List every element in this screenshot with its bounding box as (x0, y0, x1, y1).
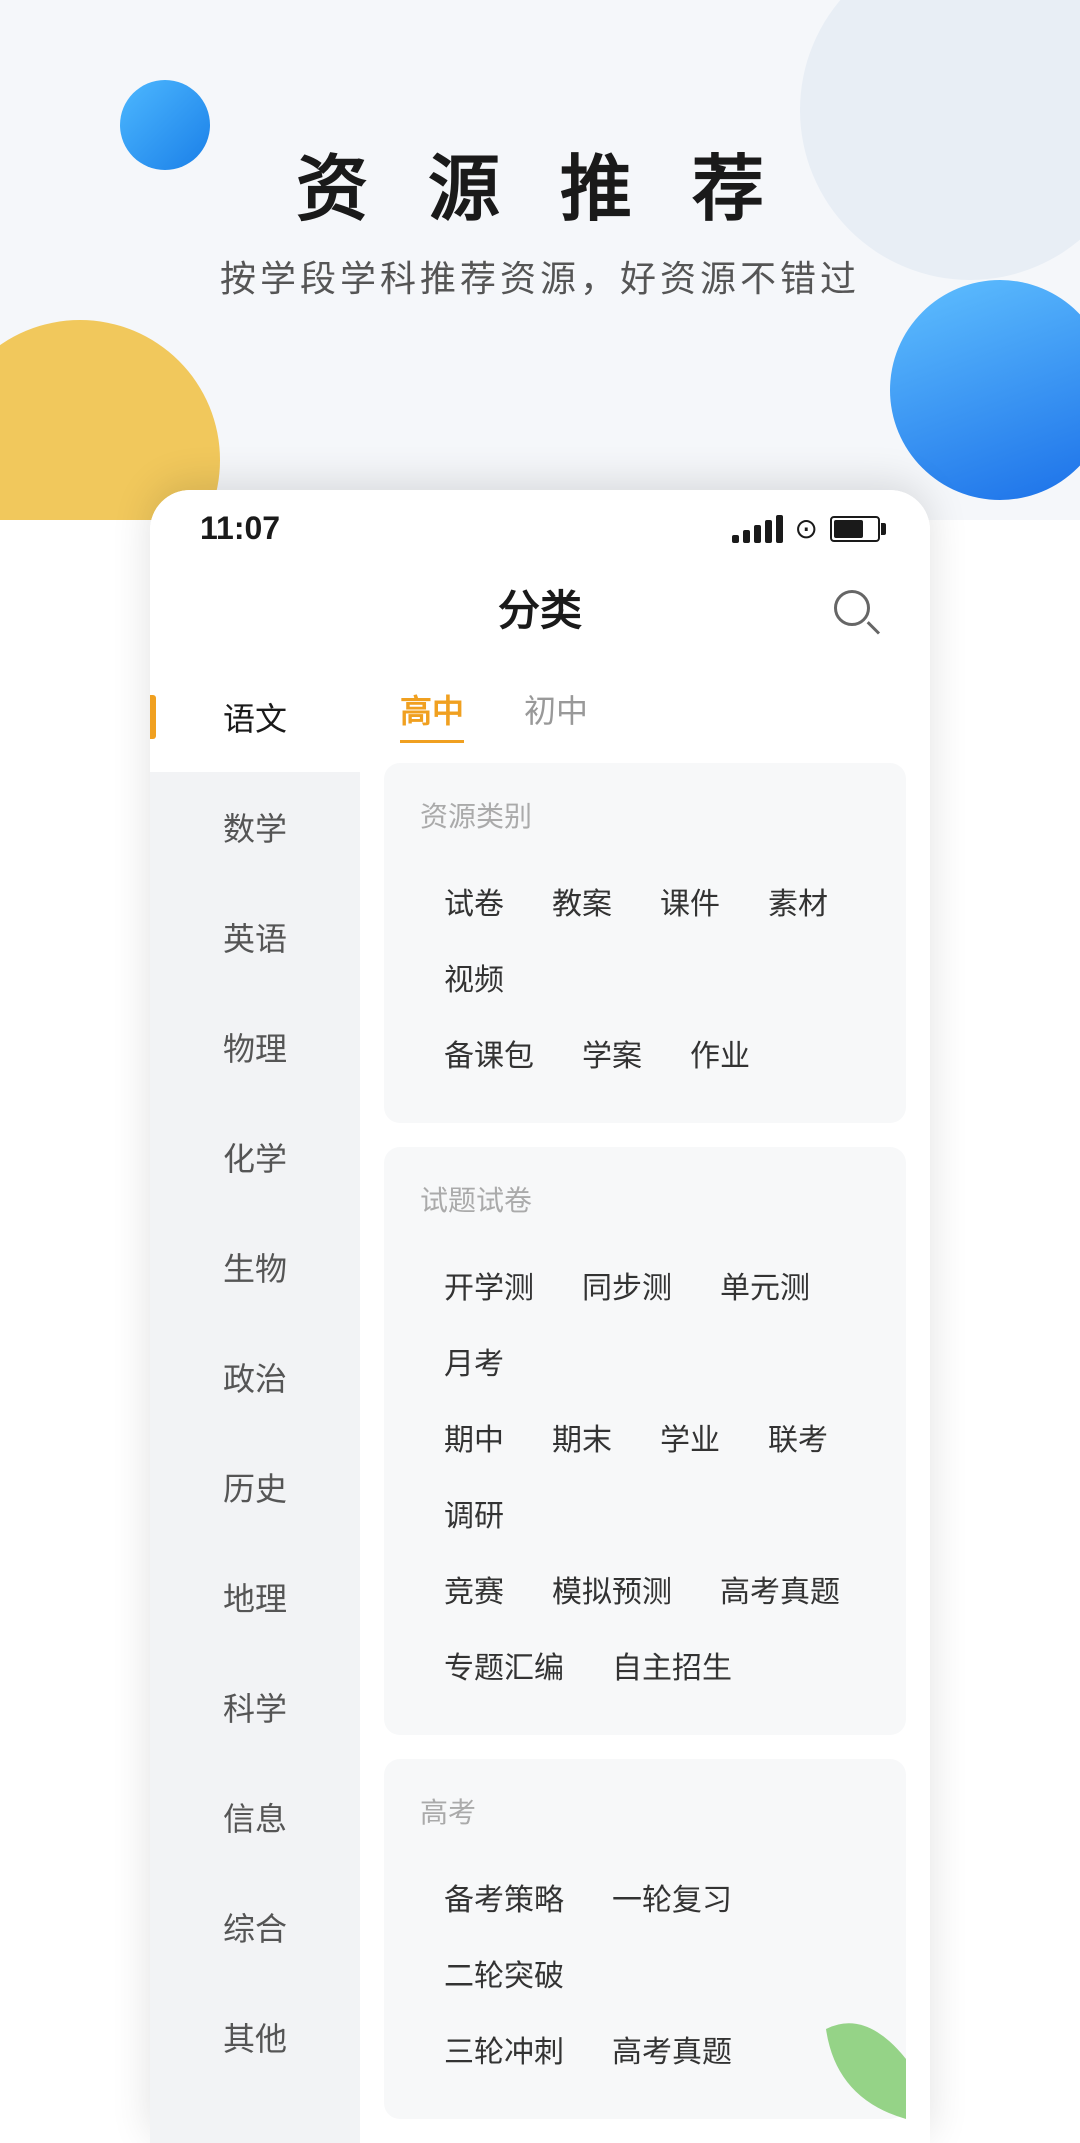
main-content: 语文 数学 英语 物理 化学 生物 政治 历史 (150, 662, 930, 2143)
status-icons: ⊙ (732, 512, 880, 545)
sidebar-item-dili[interactable]: 地理 (150, 1542, 360, 1652)
sidebar-item-lishi[interactable]: 历史 (150, 1432, 360, 1542)
section-gaokao: 高考 备考策略 一轮复习 二轮突破 三轮冲刺 高考真题 (384, 1759, 906, 2119)
sidebar-item-shengwu[interactable]: 生物 (150, 1212, 360, 1322)
hero-blue-half-circle (890, 280, 1080, 500)
resource-type-row-1: 试卷 教案 课件 素材 视频 (420, 863, 870, 1015)
tag-liankao[interactable]: 联考 (744, 1399, 852, 1475)
tag-diaoyan[interactable]: 调研 (420, 1475, 528, 1551)
page-title: 分类 (498, 577, 582, 638)
right-content: 高中 初中 资源类别 试卷 教案 课件 素材 视频 (360, 662, 930, 2143)
tag-danyuance[interactable]: 单元测 (696, 1247, 834, 1323)
sidebar-item-wuli[interactable]: 物理 (150, 992, 360, 1102)
gaokao-row-1: 备考策略 一轮复习 二轮突破 (420, 1859, 870, 2011)
tag-kejian[interactable]: 课件 (636, 863, 744, 939)
search-icon (834, 590, 870, 626)
tag-yilunfuxi[interactable]: 一轮复习 (588, 1859, 756, 1935)
gaokao-row-2: 三轮冲刺 高考真题 (420, 2011, 870, 2087)
tag-kaixuece[interactable]: 开学测 (420, 1247, 558, 1323)
hero-subtitle: 按学段学科推荐资源，好资源不错过 (0, 250, 1080, 302)
battery-fill (834, 520, 863, 538)
tag-beikebao[interactable]: 备课包 (420, 1015, 558, 1091)
tag-shijuan[interactable]: 试卷 (420, 863, 528, 939)
hero-title: 资 源 推 荐 (0, 130, 1080, 235)
tag-shipin[interactable]: 视频 (420, 939, 528, 1015)
content-area: 资源类别 试卷 教案 课件 素材 视频 备课包 学案 作业 (360, 763, 930, 2119)
exam-type-row-3: 竞赛 模拟预测 高考真题 (420, 1551, 870, 1627)
tag-beikaocelue[interactable]: 备考策略 (420, 1859, 588, 1935)
page-header: 分类 (150, 557, 930, 662)
tag-erluntupo[interactable]: 二轮突破 (420, 1935, 588, 2011)
tag-qimo[interactable]: 期末 (528, 1399, 636, 1475)
tag-tongbuce[interactable]: 同步测 (558, 1247, 696, 1323)
tag-moniyuce[interactable]: 模拟预测 (528, 1551, 696, 1627)
resource-type-row-2: 备课包 学案 作业 (420, 1015, 870, 1091)
tag-zizhuzhaosheng[interactable]: 自主招生 (588, 1627, 756, 1703)
tag-sanlunchongci[interactable]: 三轮冲刺 (420, 2011, 588, 2087)
status-bar: 11:07 ⊙ (150, 490, 930, 557)
exam-type-row-1: 开学测 同步测 单元测 月考 (420, 1247, 870, 1399)
sidebar-item-qita[interactable]: 其他 (150, 1982, 360, 2092)
sidebar-item-shuxue[interactable]: 数学 (150, 772, 360, 882)
section-resource-type: 资源类别 试卷 教案 课件 素材 视频 备课包 学案 作业 (384, 763, 906, 1123)
tab-bar: 高中 初中 (360, 662, 930, 763)
tag-yuekao[interactable]: 月考 (420, 1323, 528, 1399)
sidebar-item-zonghe[interactable]: 综合 (150, 1872, 360, 1982)
tab-chuzhong[interactable]: 初中 (524, 686, 588, 743)
sidebar-item-yuwen[interactable]: 语文 (150, 662, 360, 772)
section-gaokao-title: 高考 (420, 1791, 870, 1831)
battery-icon (830, 516, 880, 542)
wifi-icon: ⊙ (795, 512, 818, 545)
section-exam-type-title: 试题试卷 (420, 1179, 870, 1219)
tag-zuoye[interactable]: 作业 (666, 1015, 774, 1091)
search-button[interactable] (824, 580, 880, 636)
tag-jiaoan[interactable]: 教案 (528, 863, 636, 939)
sidebar-item-kexue[interactable]: 科学 (150, 1652, 360, 1762)
sidebar: 语文 数学 英语 物理 化学 生物 政治 历史 (150, 662, 360, 2143)
tag-zhuantibianji[interactable]: 专题汇编 (420, 1627, 588, 1703)
tag-qizhong[interactable]: 期中 (420, 1399, 528, 1475)
tag-xueye[interactable]: 学业 (636, 1399, 744, 1475)
exam-type-row-2: 期中 期末 学业 联考 调研 (420, 1399, 870, 1551)
tag-xuean[interactable]: 学案 (558, 1015, 666, 1091)
tag-gaokaozhenti2[interactable]: 高考真题 (588, 2011, 756, 2087)
sidebar-item-zhengzhi[interactable]: 政治 (150, 1322, 360, 1432)
status-time: 11:07 (200, 510, 280, 547)
hero-section: 资 源 推 荐 按学段学科推荐资源，好资源不错过 (0, 0, 1080, 520)
section-resource-type-title: 资源类别 (420, 795, 870, 835)
tag-jingsai[interactable]: 竞赛 (420, 1551, 528, 1627)
tag-sucai[interactable]: 素材 (744, 863, 852, 939)
phone-frame: 11:07 ⊙ 分类 语文 (150, 490, 930, 2143)
leaf-decoration (816, 2009, 906, 2119)
sidebar-item-huaxue[interactable]: 化学 (150, 1102, 360, 1212)
sidebar-item-yingyu[interactable]: 英语 (150, 882, 360, 992)
section-exam-type: 试题试卷 开学测 同步测 单元测 月考 期中 期末 学业 联考 调研 (384, 1147, 906, 1735)
tag-gaokaozhenti[interactable]: 高考真题 (696, 1551, 864, 1627)
signal-icon (732, 515, 783, 543)
exam-type-row-4: 专题汇编 自主招生 (420, 1627, 870, 1703)
sidebar-item-xinxi[interactable]: 信息 (150, 1762, 360, 1872)
tab-gaozhong[interactable]: 高中 (400, 686, 464, 743)
